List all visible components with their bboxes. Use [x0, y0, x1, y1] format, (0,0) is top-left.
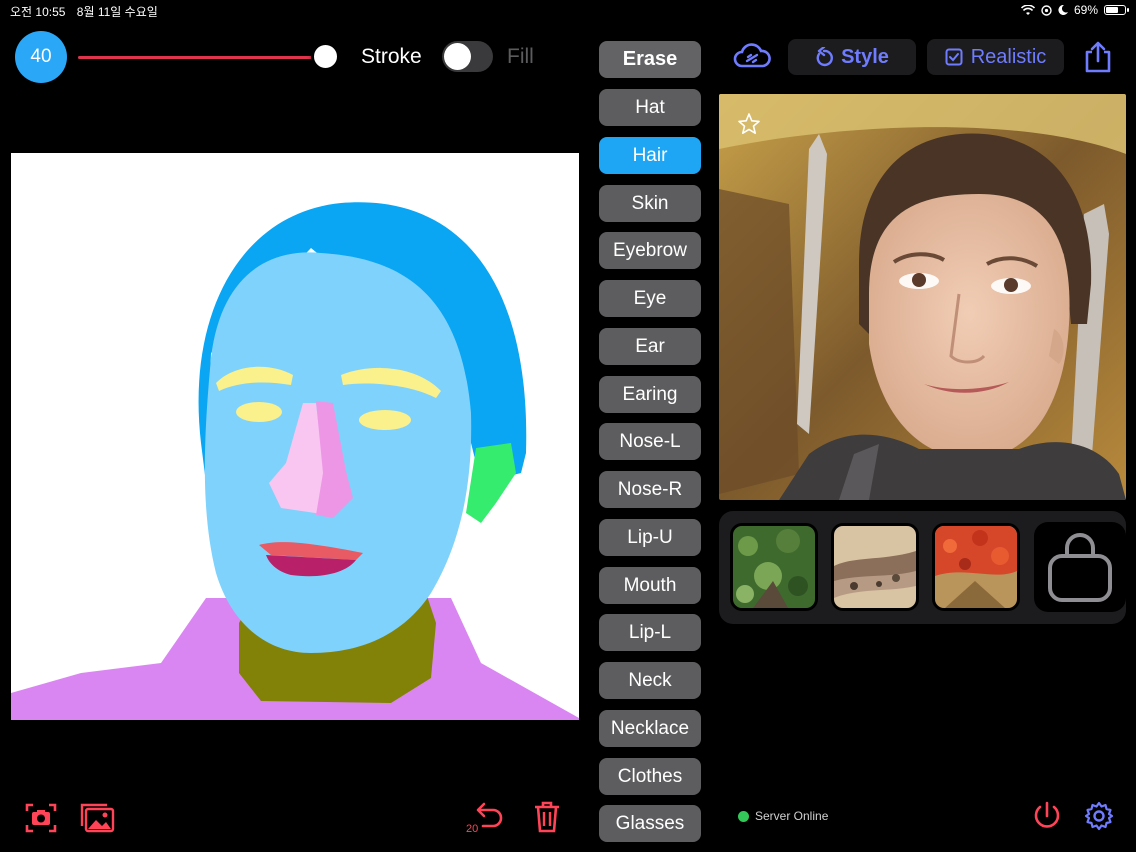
- stroke-label: Stroke: [361, 45, 422, 68]
- stroke-fill-toggle[interactable]: [442, 41, 493, 72]
- label-button-clothes[interactable]: Clothes: [599, 758, 701, 795]
- status-bar-right: 69%: [1020, 3, 1129, 17]
- label-button-hat[interactable]: Hat: [599, 89, 701, 126]
- status-bar-left: 오전 10:55 8월 11일 수요일: [10, 3, 166, 20]
- battery-icon: [1104, 5, 1129, 15]
- label-button-glasses[interactable]: Glasses: [599, 805, 701, 842]
- realistic-label: Realistic: [970, 45, 1047, 68]
- gear-icon: [1084, 801, 1114, 831]
- gallery-icon: [80, 803, 115, 833]
- label-button-nose-l[interactable]: Nose-L: [599, 423, 701, 460]
- style-label: Style: [841, 45, 889, 68]
- slider-thumb[interactable]: [311, 42, 340, 71]
- camera-button[interactable]: [23, 800, 59, 836]
- label-button-skin[interactable]: Skin: [599, 185, 701, 222]
- brush-size-badge: 40: [15, 31, 67, 83]
- location-icon: [1041, 4, 1052, 16]
- power-icon: [1034, 801, 1060, 828]
- label-button-hair[interactable]: Hair: [599, 137, 701, 174]
- realistic-button[interactable]: Realistic: [927, 39, 1064, 75]
- bag-icon: [1048, 533, 1112, 602]
- slider-track: [78, 56, 325, 59]
- label-button-mouth[interactable]: Mouth: [599, 567, 701, 604]
- refresh-icon: [816, 47, 834, 67]
- status-dot-icon: [738, 810, 749, 822]
- label-button-eye[interactable]: Eye: [599, 280, 701, 317]
- undo-count: 20: [466, 823, 479, 835]
- trash-icon: [535, 801, 559, 833]
- favorite-button[interactable]: [737, 112, 761, 136]
- drawing-canvas[interactable]: [11, 153, 579, 720]
- style-button[interactable]: Style: [788, 39, 916, 75]
- style-thumbnail[interactable]: [831, 523, 919, 611]
- style-store-button[interactable]: [1034, 522, 1126, 612]
- label-button-ear[interactable]: Ear: [599, 328, 701, 365]
- cloud-link-icon: [733, 43, 771, 68]
- generated-portrait: [719, 94, 1126, 500]
- server-status: Server Online: [738, 809, 828, 823]
- label-button-necklace[interactable]: Necklace: [599, 710, 701, 747]
- label-button-eyebrow[interactable]: Eyebrow: [599, 232, 701, 269]
- portrait-illustration: [719, 94, 1126, 500]
- cloud-link-button[interactable]: [733, 40, 771, 74]
- label-button-nose-r[interactable]: Nose-R: [599, 471, 701, 508]
- power-button[interactable]: [1029, 798, 1065, 834]
- style-swatch-green: [733, 526, 815, 608]
- star-icon: [738, 113, 760, 134]
- battery-percent: 69%: [1073, 3, 1098, 17]
- seg-eye-left: [236, 402, 282, 422]
- seg-ear: [466, 443, 516, 523]
- toggle-knob: [444, 43, 471, 70]
- share-button[interactable]: [1083, 40, 1113, 74]
- label-button-earing[interactable]: Earing: [599, 376, 701, 413]
- gallery-button[interactable]: [79, 800, 115, 836]
- camera-icon: [25, 803, 57, 833]
- fill-label: Fill: [507, 45, 534, 68]
- settings-button[interactable]: [1081, 798, 1117, 834]
- share-icon: [1085, 41, 1111, 73]
- clear-canvas-button[interactable]: [529, 798, 565, 834]
- style-thumbnail[interactable]: [730, 523, 818, 611]
- label-button-lip-l[interactable]: Lip-L: [599, 614, 701, 651]
- status-date: 8월 11일 수요일: [76, 5, 158, 19]
- label-button-lip-u[interactable]: Lip-U: [599, 519, 701, 556]
- style-swatch-beige: [834, 526, 916, 608]
- segmentation-sketch: [11, 202, 579, 720]
- server-status-label: Server Online: [755, 809, 829, 823]
- erase-button[interactable]: Erase: [599, 41, 701, 78]
- brush-size-slider[interactable]: [78, 40, 340, 74]
- style-thumbnail[interactable]: [932, 523, 1020, 611]
- label-button-neck[interactable]: Neck: [599, 662, 701, 699]
- status-time: 오전 10:55: [10, 5, 66, 19]
- seg-eye-right: [359, 410, 411, 430]
- moon-icon: [1058, 5, 1068, 15]
- wifi-icon: [1020, 4, 1035, 15]
- style-swatch-red: [935, 526, 1017, 608]
- checkbox-icon: [945, 48, 963, 66]
